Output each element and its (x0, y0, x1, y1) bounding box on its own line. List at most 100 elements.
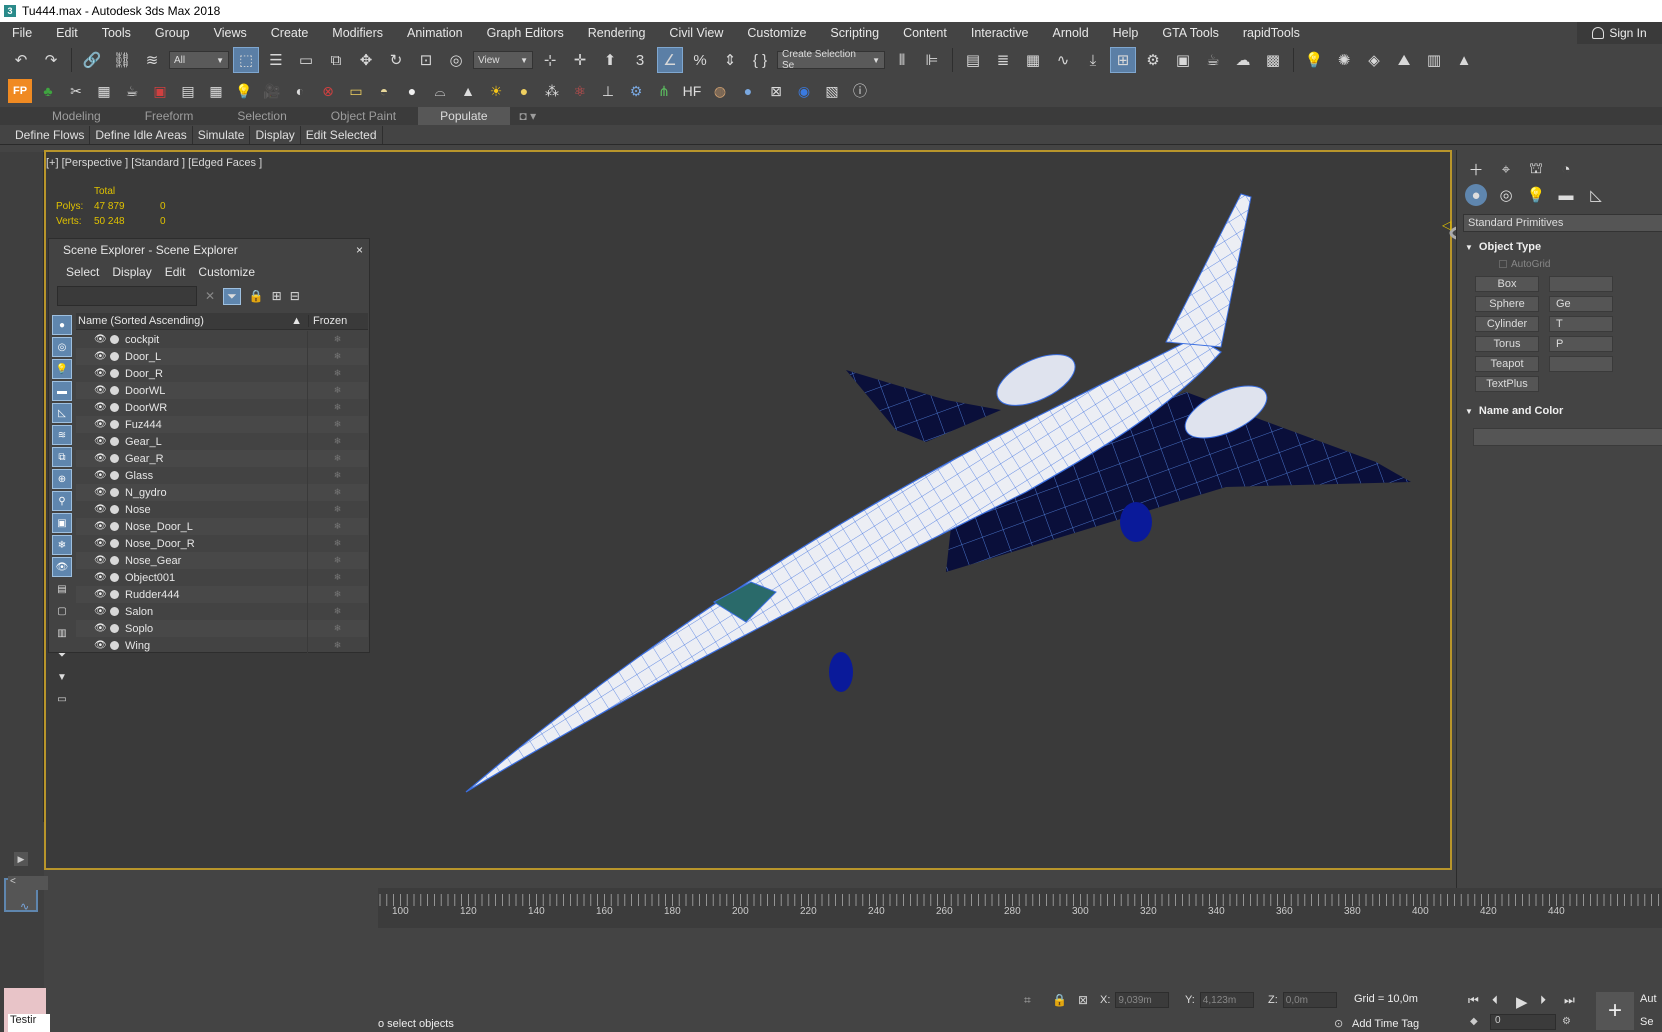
visibility-eye-icon[interactable]: 👁 (94, 334, 108, 345)
menu-create[interactable]: Create (259, 26, 321, 40)
plane-button[interactable] (1549, 356, 1613, 372)
hierarchy-icon[interactable]: ⊞ (272, 289, 282, 303)
particle-icon[interactable]: ⁂ (540, 79, 564, 103)
unlink-icon[interactable]: ⛓ (109, 47, 135, 73)
sphere-button[interactable]: Sphere (1475, 296, 1539, 312)
curve-editor-icon[interactable]: ∿ (1050, 47, 1076, 73)
spinner-snap-icon[interactable]: ⇕ (717, 47, 743, 73)
menu-scripting[interactable]: Scripting (818, 26, 891, 40)
column-name[interactable]: Name (Sorted Ascending) ▲ (76, 315, 308, 327)
hierarchy-tab-icon[interactable]: ⛫ (1525, 158, 1547, 180)
select-by-name-icon[interactable]: ☰ (263, 47, 289, 73)
tab-modeling[interactable]: Modeling (30, 107, 123, 125)
scene-search-input[interactable] (57, 286, 197, 306)
freeze-snowflake-icon[interactable]: ❄ (307, 535, 367, 552)
visibility-eye-icon[interactable]: 👁 (94, 606, 108, 617)
scene-object-row[interactable]: 👁 Salon ❄ (76, 603, 368, 620)
close-icon[interactable]: × (356, 243, 363, 257)
selection-filter-dropdown[interactable]: All ▼ (169, 51, 229, 69)
align-icon[interactable]: ⊫ (919, 47, 945, 73)
forest-pack-icon[interactable]: FP (8, 79, 32, 103)
renderable-dot-icon[interactable] (110, 607, 119, 616)
schematic-view-icon[interactable]: ⤓ (1080, 47, 1106, 73)
menu-customize[interactable]: Customize (735, 26, 818, 40)
scatter-tool-icon[interactable]: ✂ (64, 79, 88, 103)
renderable-dot-icon[interactable] (110, 369, 119, 378)
auto-key-button[interactable]: Aut (1640, 993, 1657, 1005)
renderable-dot-icon[interactable] (110, 420, 119, 429)
renderable-dot-icon[interactable] (110, 573, 119, 582)
current-frame-field[interactable]: 0 (1490, 1014, 1556, 1030)
menu-edit[interactable]: Edit (44, 26, 90, 40)
dome-primitive-icon[interactable]: ◓ (372, 79, 396, 103)
reference-coordinate-dropdown[interactable]: View ▼ (473, 51, 533, 69)
render-table-icon[interactable]: ▦ (204, 79, 228, 103)
gear-icon[interactable]: ⚙ (624, 79, 648, 103)
menu-help[interactable]: Help (1101, 26, 1151, 40)
go-to-start-icon[interactable]: ⏮ (1468, 993, 1479, 1008)
menu-interactive[interactable]: Interactive (959, 26, 1041, 40)
undo-icon[interactable]: ↶ (8, 47, 34, 73)
layers-icon[interactable]: ▧ (820, 79, 844, 103)
menu-graph-editors[interactable]: Graph Editors (475, 26, 576, 40)
window-crossing-icon[interactable]: ⧉ (323, 47, 349, 73)
arnold-ipr-icon[interactable]: ⛰ (1391, 47, 1417, 73)
globe-icon[interactable]: ● (736, 79, 760, 103)
renderable-dot-icon[interactable] (110, 352, 119, 361)
scene-menu-customize[interactable]: Customize (193, 265, 263, 279)
scene-explorer-header[interactable]: Scene Explorer - Scene Explorer × (49, 239, 369, 261)
folder-icon[interactable]: ▭ (52, 689, 72, 709)
freeze-snowflake-icon[interactable]: ❄ (307, 433, 367, 450)
torus-button[interactable]: Torus (1475, 336, 1539, 352)
visibility-eye-icon[interactable]: 👁 (94, 521, 108, 532)
renderable-dot-icon[interactable] (110, 556, 119, 565)
lock-icon[interactable]: 🔒 (249, 289, 264, 303)
arnold-sun-icon[interactable]: ✺ (1331, 47, 1357, 73)
render-in-cloud-icon[interactable]: ☁ (1230, 47, 1256, 73)
visibility-eye-icon[interactable]: 👁 (94, 572, 108, 583)
scene-object-row[interactable]: 👁 N_gydro ❄ (76, 484, 368, 501)
visibility-eye-icon[interactable]: 👁 (94, 470, 108, 481)
rendered-frame-window-icon[interactable]: ▣ (1170, 47, 1196, 73)
textplus-button[interactable]: TextPlus (1475, 376, 1539, 392)
arnold-mat-icon[interactable]: ▥ (1421, 47, 1447, 73)
renderable-dot-icon[interactable] (110, 386, 119, 395)
menu-gta-tools[interactable]: GTA Tools (1150, 26, 1231, 40)
viewport-label[interactable]: [+] [Perspective ] [Standard ] [Edged Fa… (46, 157, 262, 169)
keyboard-shortcut-override-icon[interactable]: ⬆ (597, 47, 623, 73)
scene-object-row[interactable]: 👁 Door_L ❄ (76, 348, 368, 365)
percent-snap-icon[interactable]: % (687, 47, 713, 73)
teapot-button[interactable]: Teapot (1475, 356, 1539, 372)
menu-rapidtools[interactable]: rapidTools (1231, 26, 1312, 40)
rectangular-selection-icon[interactable]: ▭ (293, 47, 319, 73)
sign-in-button[interactable]: Sign In (1577, 22, 1662, 44)
freeze-snowflake-icon[interactable]: ❄ (307, 348, 367, 365)
forest-tree-icon[interactable]: ♣ (36, 79, 60, 103)
menu-group[interactable]: Group (143, 26, 202, 40)
renderable-dot-icon[interactable] (110, 505, 119, 514)
motion-tab-icon[interactable]: ◔ (1555, 158, 1577, 180)
selection-lock-icon[interactable]: 🔒 (1052, 993, 1067, 1007)
cone-primitive-icon[interactable]: ▲ (456, 79, 480, 103)
menu-animation[interactable]: Animation (395, 26, 475, 40)
define-flows-button[interactable]: Define Flows (10, 125, 91, 144)
help-icon[interactable]: ⓘ (848, 79, 872, 103)
geometry-icon[interactable]: ● (1465, 184, 1487, 206)
set-key-label[interactable]: Se (1640, 1016, 1653, 1028)
place-icon[interactable]: ◎ (443, 47, 469, 73)
half-sphere-icon[interactable]: ◐ (288, 79, 312, 103)
chevron-left-icon[interactable]: < (10, 876, 16, 887)
scene-object-row[interactable]: 👁 Nose_Door_R ❄ (76, 535, 368, 552)
visibility-eye-icon[interactable]: 👁 (94, 436, 108, 447)
create-tab-icon[interactable]: ＋ (1465, 158, 1487, 180)
sun-icon[interactable]: ☀ (484, 79, 508, 103)
scene-object-row[interactable]: 👁 Nose_Door_L ❄ (76, 518, 368, 535)
freeze-snowflake-icon[interactable]: ❄ (307, 586, 367, 603)
scene-object-row[interactable]: 👁 Wing ❄ (76, 637, 368, 654)
cone-button[interactable] (1549, 276, 1613, 292)
time-config-icon[interactable]: ⚙ (1562, 1016, 1571, 1027)
groups-filter-icon[interactable]: ⧉ (52, 447, 72, 467)
toggle-scene-explorer-icon[interactable]: ▤ (960, 47, 986, 73)
freeze-snowflake-icon[interactable]: ❄ (307, 484, 367, 501)
teapot-render-icon[interactable]: ☕ (120, 79, 144, 103)
